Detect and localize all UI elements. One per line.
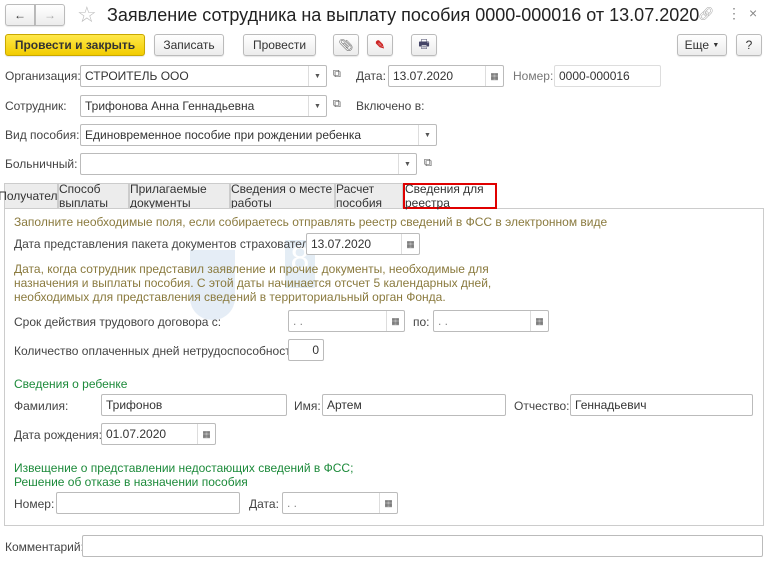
notice-date-field[interactable]: . . ▦ (282, 492, 398, 514)
name-label: Имя: (294, 399, 321, 413)
close-icon[interactable]: × (749, 5, 757, 21)
comment-field[interactable] (82, 535, 763, 557)
hint-fill-fields: Заполните необходимые поля, если собирае… (14, 215, 608, 229)
hint-date-line2: назначения и выплаты пособия. С этой дат… (14, 276, 492, 290)
name-field[interactable]: Артем (322, 394, 506, 416)
calendar-icon[interactable]: ▦ (401, 234, 419, 254)
notice-heading-line1: Извещение о представлении недостающих св… (14, 461, 354, 475)
benefit-label: Вид пособия: (5, 128, 80, 142)
hint-date-line1: Дата, когда сотрудник представил заявлен… (14, 262, 489, 276)
number-field[interactable]: 0000-000016 (554, 65, 661, 87)
contract-from-field[interactable]: . . ▦ (288, 310, 405, 332)
date-field[interactable]: 13.07.2020 ▦ (388, 65, 504, 87)
calendar-icon[interactable]: ▦ (197, 424, 215, 444)
submit-date-label: Дата представления пакета документов стр… (14, 237, 321, 251)
sick-leave-field[interactable]: ▼ (80, 153, 417, 175)
comment-label: Комментарий: (5, 540, 84, 554)
notice-date-label: Дата: (249, 497, 279, 511)
pencil-delete-icon: ✎ (374, 38, 386, 52)
contract-to-label: по: (413, 315, 430, 329)
birth-date-field[interactable]: 01.07.2020 ▦ (101, 423, 216, 445)
tab-benefit-calc[interactable]: Расчет пособия (335, 182, 403, 210)
employee-field[interactable]: Трифонова Анна Геннадьевна ▼ (80, 95, 327, 117)
chevron-down-icon: ▼ (712, 41, 720, 49)
calendar-icon[interactable]: ▦ (386, 311, 404, 331)
surname-label: Фамилия: (14, 399, 69, 413)
sick-leave-label: Больничный: (5, 157, 78, 171)
notice-number-field[interactable] (56, 492, 240, 514)
tab-registry-info[interactable]: Сведения для реестра (403, 182, 497, 210)
favorite-star-icon[interactable]: ☆ (77, 2, 97, 28)
included-label: Включено в: (356, 99, 425, 113)
benefit-field[interactable]: Единовременное пособие при рождении ребе… (80, 124, 437, 146)
chevron-down-icon[interactable]: ▼ (398, 154, 416, 174)
paid-days-field[interactable]: 0 (288, 339, 324, 361)
more-button[interactable]: Еще ▼ (677, 34, 727, 56)
open-icon[interactable]: ⧉ (333, 98, 341, 111)
tab-payment-method[interactable]: Способ выплаты (58, 182, 129, 210)
number-label: Номер: (513, 69, 554, 83)
paperclip-icon: 📎︎ (338, 38, 354, 52)
hint-date-line3: необходимых для представления сведений в… (14, 290, 446, 304)
open-icon[interactable]: ⧉ (424, 157, 432, 170)
link-icon[interactable]: 🔗︎ (698, 6, 715, 22)
chevron-down-icon[interactable]: ▼ (308, 96, 326, 116)
back-button[interactable]: ← (5, 4, 35, 26)
tab-attached-docs[interactable]: Прилагаемые документы (129, 182, 230, 210)
notice-number-label: Номер: (14, 497, 55, 511)
org-field[interactable]: СТРОИТЕЛЬ ООО ▼ (80, 65, 327, 87)
surname-field[interactable]: Трифонов (101, 394, 287, 416)
chevron-down-icon[interactable]: ▼ (308, 66, 326, 86)
contract-label: Срок действия трудового договора с: (14, 315, 222, 329)
birth-date-label: Дата рождения: (14, 428, 102, 442)
post-and-close-button[interactable]: Провести и закрыть (5, 34, 145, 56)
clear-movements-button[interactable]: ✎ (367, 34, 393, 56)
post-button[interactable]: Провести (243, 34, 316, 56)
tab-recipient[interactable]: Получатель (0, 183, 64, 208)
forward-button[interactable]: → (35, 4, 65, 26)
print-button[interactable]: 🖶︎ (411, 34, 437, 56)
child-section-heading: Сведения о ребенке (14, 377, 128, 391)
save-button[interactable]: Записать (154, 34, 224, 56)
help-button[interactable]: ? (736, 34, 762, 56)
contract-to-field[interactable]: . . ▦ (433, 310, 549, 332)
open-icon[interactable]: ⧉ (333, 68, 341, 81)
date-label: Дата: (356, 69, 386, 83)
org-label: Организация: (5, 69, 81, 83)
employee-label: Сотрудник: (5, 99, 67, 113)
calendar-icon[interactable]: ▦ (379, 493, 397, 513)
tab-workplace[interactable]: Сведения о месте работы (230, 182, 335, 210)
notice-heading-line2: Решение об отказе в назначении пособия (14, 475, 248, 489)
window-title: Заявление сотрудника на выплату пособия … (107, 5, 700, 25)
patronymic-label: Отчество: (514, 399, 570, 413)
patronymic-field[interactable]: Геннадьевич (570, 394, 753, 416)
submit-date-field[interactable]: 13.07.2020 ▦ (306, 233, 420, 255)
printer-icon: 🖶︎ (418, 36, 430, 51)
calendar-icon[interactable]: ▦ (530, 311, 548, 331)
more-vert-icon[interactable]: ⋮ (727, 5, 741, 22)
calendar-icon[interactable]: ▦ (485, 66, 503, 86)
attach-button[interactable]: 📎︎ (333, 34, 359, 56)
paid-days-label: Количество оплаченных дней нетрудоспособ… (14, 344, 301, 358)
chevron-down-icon[interactable]: ▼ (418, 125, 436, 145)
